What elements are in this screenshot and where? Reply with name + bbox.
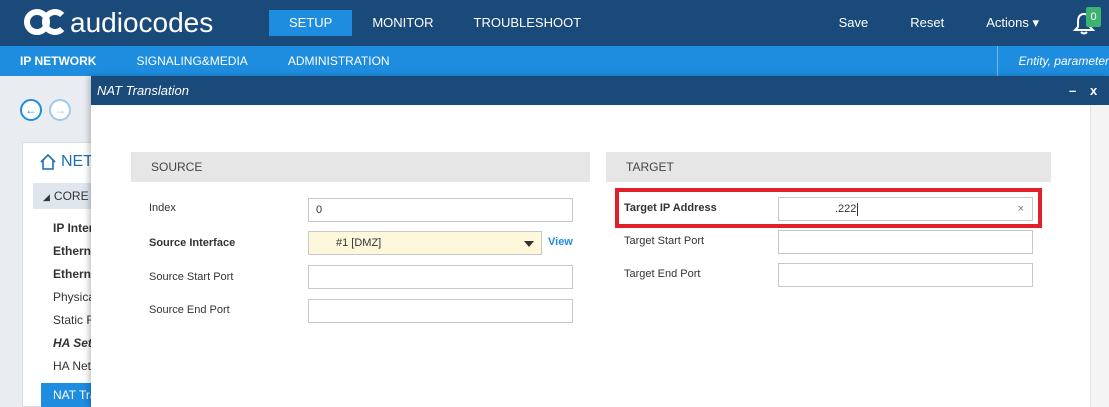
target-ip-value: .222	[835, 202, 859, 216]
subnav-administration[interactable]: ADMINISTRATION	[268, 46, 410, 76]
nav-monitor[interactable]: MONITOR	[352, 10, 453, 36]
tree-item[interactable]: HA Set	[53, 336, 92, 350]
clear-icon[interactable]: ×	[1018, 198, 1024, 220]
tree-item[interactable]: Ethern	[53, 244, 91, 258]
source-start-port-label: Source Start Port	[149, 271, 234, 283]
source-section-header: SOURCE	[131, 152, 590, 182]
collapse-triangle-icon: ◢	[43, 192, 50, 202]
tree-item[interactable]: Physica	[53, 290, 95, 304]
target-ip-label: Target IP Address	[624, 202, 717, 214]
source-start-port-field[interactable]	[308, 265, 573, 289]
arrow-right-icon: →	[54, 103, 66, 117]
tree-item[interactable]: HA Net	[53, 359, 91, 373]
save-button[interactable]: Save	[839, 10, 869, 36]
dialog-titlebar: NAT Translation – x	[91, 76, 1109, 105]
sub-nav: IP NETWORK SIGNALING&MEDIA ADMINISTRATIO…	[0, 46, 410, 76]
nav-troubleshoot[interactable]: TROUBLESHOOT	[454, 10, 602, 36]
dialog-scrollbar[interactable]	[1090, 105, 1109, 407]
source-interface-value: #1 [DMZ]	[336, 237, 382, 249]
target-end-port-field[interactable]	[778, 263, 1033, 287]
source-end-port-label: Source End Port	[149, 304, 230, 316]
header-actions: Save Reset Actions ▾ 0	[839, 7, 1109, 36]
index-field[interactable]: 0	[308, 198, 573, 222]
audiocodes-logo: audiocodes	[22, 7, 213, 39]
subnav-signaling-media[interactable]: SIGNALING&MEDIA	[116, 46, 267, 76]
index-label: Index	[149, 202, 176, 214]
tree-title[interactable]: NET	[39, 153, 93, 171]
nat-translation-dialog: NAT Translation – x SOURCE Index 0 Sourc…	[91, 76, 1109, 407]
target-end-port-label: Target End Port	[624, 268, 701, 280]
top-header: audiocodes SETUP MONITOR TROUBLESHOOT Sa…	[0, 0, 1109, 46]
actions-menu[interactable]: Actions ▾	[986, 10, 1039, 36]
logo-text: audiocodes	[70, 7, 214, 38]
tree-title-label: NET	[61, 153, 93, 170]
tree-item[interactable]: Static R	[53, 313, 95, 327]
sub-nav-bar: IP NETWORK SIGNALING&MEDIA ADMINISTRATIO…	[0, 46, 1109, 76]
target-ip-field[interactable]: .222 ×	[778, 197, 1033, 221]
navigation-tree: NET ◢ CORE E IP Inter Ethern Ethern Physi…	[22, 142, 103, 407]
chevron-down-icon	[524, 241, 534, 247]
minimize-button[interactable]: –	[1069, 76, 1076, 105]
arrow-left-icon: ←	[25, 103, 37, 117]
search-placeholder: Entity, parameter	[1018, 54, 1109, 68]
logo-mark-icon	[22, 7, 70, 39]
source-end-port-field[interactable]	[308, 299, 573, 323]
tree-item[interactable]: Ethern	[53, 267, 91, 281]
tree-item[interactable]: IP Inter	[53, 221, 93, 235]
search-input[interactable]: Entity, parameter	[997, 46, 1109, 76]
source-interface-select[interactable]: #1 [DMZ]	[308, 231, 542, 255]
close-button[interactable]: x	[1090, 76, 1097, 105]
notification-badge: 0	[1086, 7, 1101, 27]
target-section-header: TARGET	[606, 152, 1051, 182]
reset-button[interactable]: Reset	[910, 10, 944, 36]
target-start-port-label: Target Start Port	[624, 235, 705, 247]
search-icon	[1008, 60, 1009, 62]
main-nav: SETUP MONITOR TROUBLESHOOT	[269, 10, 601, 36]
view-link[interactable]: View	[548, 236, 573, 248]
subnav-ip-network[interactable]: IP NETWORK	[0, 46, 116, 76]
forward-button[interactable]: →	[49, 99, 71, 121]
back-button[interactable]: ←	[20, 99, 42, 121]
nav-setup[interactable]: SETUP	[269, 10, 353, 36]
notifications-button[interactable]: 0	[1072, 7, 1101, 36]
dialog-title: NAT Translation	[97, 83, 189, 98]
home-icon	[40, 153, 56, 170]
target-start-port-field[interactable]	[778, 230, 1033, 254]
source-interface-label: Source Interface	[149, 237, 236, 249]
